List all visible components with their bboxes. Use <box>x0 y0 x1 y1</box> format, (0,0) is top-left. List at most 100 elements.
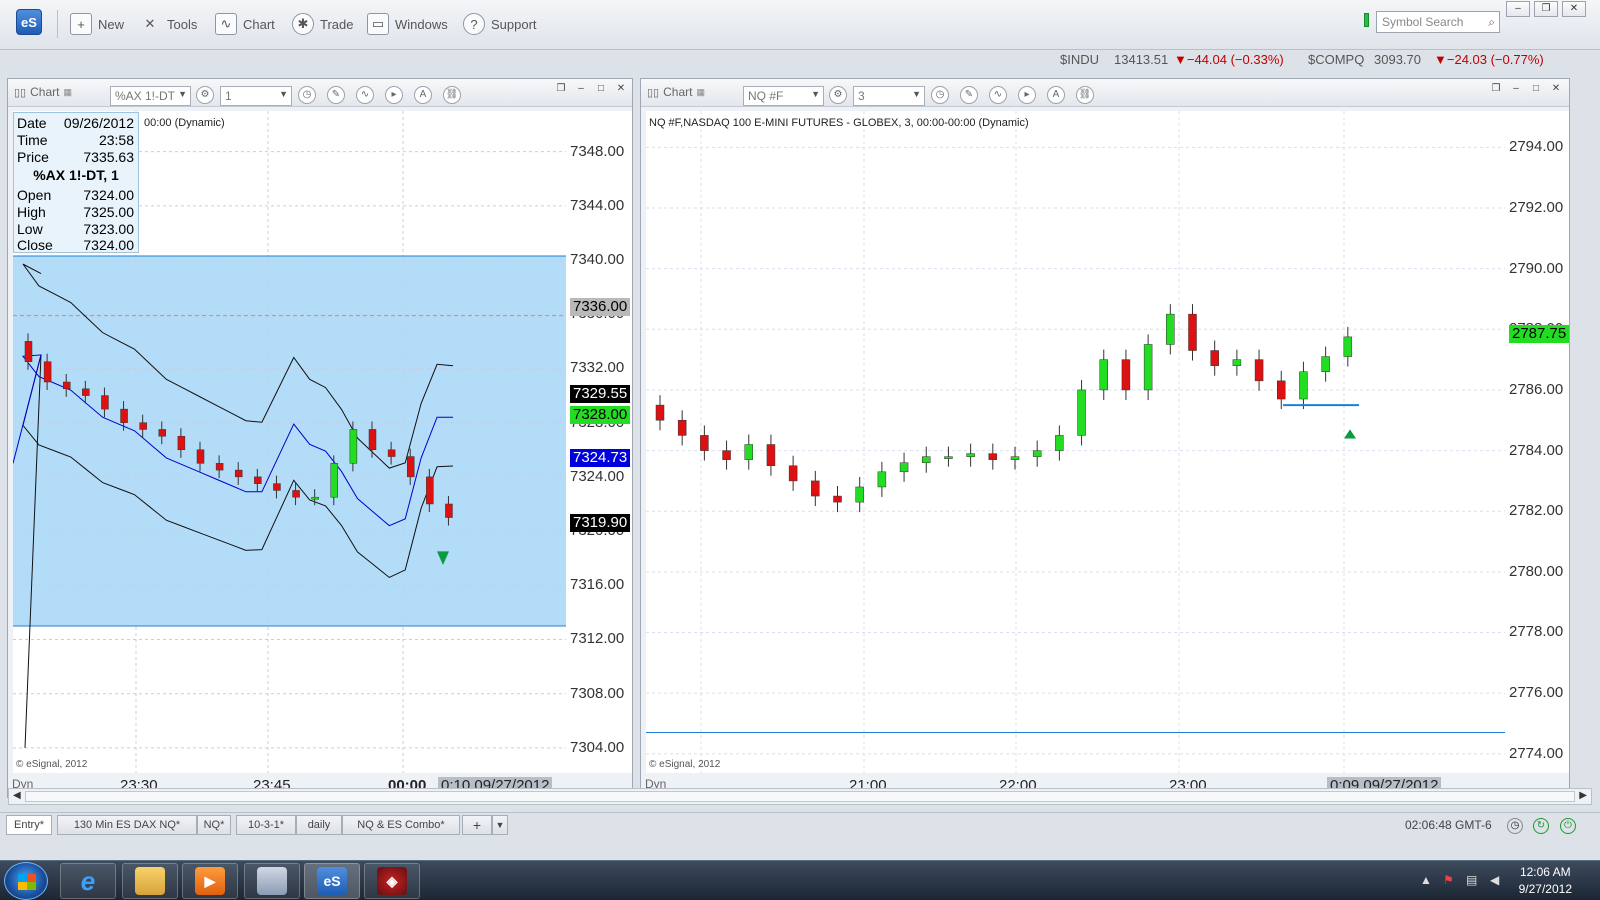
scrollbar-thumb[interactable] <box>25 791 1575 802</box>
tools-label: Tools <box>167 16 198 32</box>
panel-minimize-button[interactable]: – <box>1507 81 1525 96</box>
candlestick <box>944 456 953 459</box>
tab-entry[interactable]: Entry* <box>6 815 52 835</box>
play-icon[interactable]: ▸ <box>385 86 403 104</box>
tab-130-min[interactable]: 130 Min ES DAX NQ* <box>57 815 197 835</box>
chart-icon: ∿ <box>215 13 237 35</box>
restore-window-button[interactable]: ❐ <box>1534 1 1558 17</box>
settings-gear-icon[interactable]: ⚙ <box>196 86 214 104</box>
play-icon[interactable]: ▸ <box>1018 86 1036 104</box>
tools-button[interactable]: ✕ Tools <box>139 12 198 36</box>
new-button[interactable]: + New <box>70 12 124 36</box>
pencil-icon[interactable]: ✎ <box>327 86 345 104</box>
study-icon[interactable]: ∿ <box>356 86 374 104</box>
tab-nq[interactable]: NQ* <box>197 815 231 835</box>
tray-expand-icon[interactable]: ▲ <box>1420 873 1432 887</box>
tab-daily[interactable]: daily <box>296 815 342 835</box>
esignal-logo[interactable]: eS <box>16 9 42 35</box>
tray-network-icon[interactable]: ▤ <box>1466 873 1477 887</box>
candlestick <box>1099 359 1108 391</box>
pencil-icon[interactable]: ✎ <box>960 86 978 104</box>
connection-ok-icon[interactable]: ↻ <box>1533 818 1549 834</box>
left-symbol-select[interactable]: %AX 1!-DT ▼ <box>110 86 191 106</box>
candlestick <box>677 420 687 436</box>
taskbar-app[interactable]: ◈ <box>364 863 420 899</box>
taskbar-ie[interactable]: e <box>60 863 116 899</box>
dw-symbol: %AX 1!-DT, 1 <box>33 167 119 183</box>
taskbar-date: 9/27/2012 <box>1518 882 1572 896</box>
folder-icon <box>135 867 165 895</box>
scroll-right-icon[interactable]: ▶ <box>1579 790 1587 801</box>
panel-restore-button[interactable]: ❐ <box>1487 81 1505 96</box>
panel-maximize-button[interactable]: □ <box>592 81 610 96</box>
panel-minimize-button[interactable]: – <box>572 81 590 96</box>
right-symbol-select[interactable]: NQ #F ▼ <box>743 86 824 106</box>
link-chain-icon[interactable]: ⛓ <box>443 86 461 104</box>
candlestick <box>1232 359 1242 366</box>
left-interval-select[interactable]: 1 ▼ <box>220 86 292 106</box>
price-axis-label: 7312.00 <box>570 630 625 648</box>
minimize-window-button[interactable]: – <box>1506 1 1530 17</box>
right-interval-select[interactable]: 3 ▼ <box>853 86 925 106</box>
right-price-plot[interactable]: © eSignal, 2012 NQ #F,NASDAQ 100 E-MINI … <box>646 111 1505 775</box>
tab-nq-es-combo[interactable]: NQ & ES Combo* <box>342 815 460 835</box>
taskbar-esignal[interactable]: eS <box>304 863 360 899</box>
candlestick <box>139 422 147 430</box>
price-axis-label: 7340.00 <box>570 251 625 269</box>
compq-symbol[interactable]: $COMPQ <box>1308 52 1364 67</box>
settings-gear-icon[interactable]: ⚙ <box>829 86 847 104</box>
chevron-down-icon: ▼ <box>912 89 921 99</box>
taskbar-media-player[interactable]: ▶ <box>182 863 238 899</box>
chart-button[interactable]: ∿ Chart <box>215 12 275 36</box>
support-button[interactable]: ? Support <box>463 12 537 36</box>
tab-10-3-1[interactable]: 10-3-1* <box>236 815 296 835</box>
annotation-icon[interactable]: A <box>414 86 432 104</box>
candlestick <box>101 395 109 410</box>
tray-flag-icon[interactable]: ⚑ <box>1443 873 1454 887</box>
study-icon[interactable]: ∿ <box>989 86 1007 104</box>
windows-button[interactable]: ▭ Windows <box>367 12 448 36</box>
dw-time: 23:58 <box>98 132 134 148</box>
symbol-search-placeholder: Symbol Search <box>1382 15 1464 29</box>
price-axis-label: 2786.00 <box>1509 380 1564 398</box>
right-candlestick-chart[interactable] <box>646 111 1505 775</box>
start-button[interactable] <box>4 862 48 900</box>
right-symbol-value: NQ #F <box>748 89 784 103</box>
left-price-marker-lower: 7319.90 <box>570 514 631 532</box>
left-chart-title[interactable]: ▯▯ Chart ▦ <box>14 85 72 99</box>
price-axis-label: 7348.00 <box>570 142 625 160</box>
taskbar-clock[interactable]: 12:06 AM 9/27/2012 <box>1519 864 1572 898</box>
horizontal-scrollbar[interactable]: ◀ ▶ <box>8 788 1592 805</box>
left-chart-header: ▯▯ Chart ▦ %AX 1!-DT ▼ ⚙ 1 ▼ ◷ ✎ ∿ ▸ A ⛓… <box>8 79 632 107</box>
add-tab-button[interactable]: + <box>462 815 492 835</box>
clock-icon[interactable]: ◷ <box>298 86 316 104</box>
panel-close-button[interactable]: ✕ <box>612 81 630 96</box>
annotation-icon[interactable]: A <box>1047 86 1065 104</box>
panel-close-button[interactable]: ✕ <box>1547 81 1565 96</box>
candlestick <box>311 496 319 500</box>
clock-icon[interactable]: ◷ <box>931 86 949 104</box>
trade-button[interactable]: ✱ Trade <box>292 12 353 36</box>
tray-volume-icon[interactable]: ◀ <box>1490 873 1499 887</box>
candlestick <box>82 388 90 396</box>
panel-restore-button[interactable]: ❐ <box>552 81 570 96</box>
taskbar-explorer[interactable] <box>122 863 178 899</box>
bollinger-band-fill <box>13 255 566 626</box>
windows-taskbar: e ▶ eS ◈ ▲ ⚑ ▤ ◀ 12:06 AM 9/27/2012 <box>0 860 1600 900</box>
taskbar-remote[interactable] <box>244 863 300 899</box>
link-chain-icon[interactable]: ⛓ <box>1076 86 1094 104</box>
tab-menu-chevron-down-icon[interactable]: ▼ <box>492 815 508 835</box>
scroll-left-icon[interactable]: ◀ <box>13 790 21 801</box>
indu-symbol[interactable]: $INDU <box>1060 52 1099 67</box>
close-window-button[interactable]: ✕ <box>1562 1 1586 17</box>
price-axis-label: 2776.00 <box>1509 684 1564 702</box>
right-price-axis[interactable]: 2794.002792.002790.002788.002786.002784.… <box>1505 111 1570 775</box>
power-icon[interactable]: ⏻ <box>1560 818 1576 834</box>
left-price-axis[interactable]: 7348.00 7344.00 7340.00 7336.00 7332.00 7328.… <box>566 111 632 775</box>
panel-maximize-button[interactable]: □ <box>1527 81 1545 96</box>
right-chart-title[interactable]: ▯▯ Chart ▦ <box>647 85 705 99</box>
symbol-search-input[interactable]: Symbol Search ⌕ <box>1376 11 1500 33</box>
candlestick <box>833 495 842 503</box>
left-price-marker-ma: 7324.73 <box>570 449 631 467</box>
refresh-icon[interactable]: ◷ <box>1507 818 1523 834</box>
